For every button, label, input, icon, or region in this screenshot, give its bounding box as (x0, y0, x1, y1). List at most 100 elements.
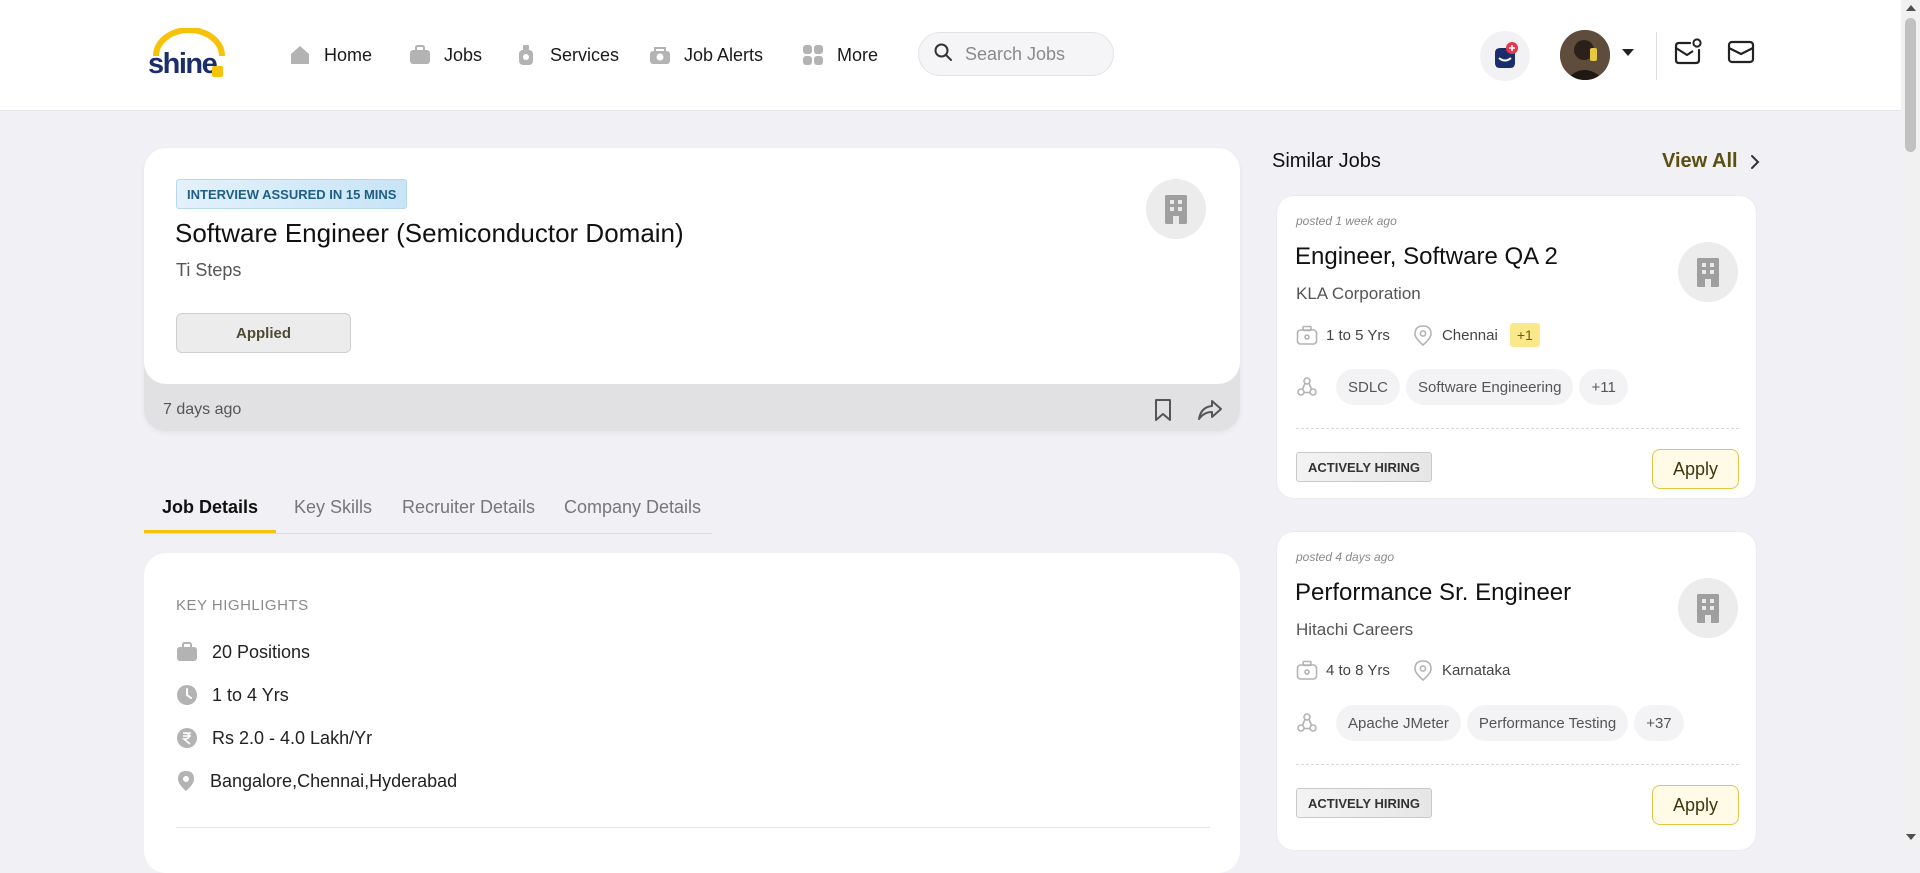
location-pin-outline-icon (1412, 324, 1434, 347)
share-arrow-icon (1198, 400, 1222, 420)
tab-company-details[interactable]: Company Details (564, 497, 701, 518)
job-alerts-icon (648, 43, 672, 67)
search-bar[interactable] (918, 32, 1114, 76)
interview-assured-badge: INTERVIEW ASSURED IN 15 MINS (176, 179, 408, 209)
tab-key-skills[interactable]: Key Skills (294, 497, 372, 518)
top-header: shine Home Jobs Services Job Alerts More (0, 0, 1901, 111)
user-avatar[interactable] (1560, 30, 1610, 80)
mail-tray-icon (1727, 40, 1755, 64)
locations-value: Bangalore,Chennai,Hyderabad (210, 770, 458, 791)
chevron-right-icon (1750, 154, 1760, 169)
location-pin-icon (176, 770, 196, 792)
active-tab-indicator (144, 530, 276, 533)
positions-value: 20 Positions (212, 641, 311, 662)
page-scrollbar[interactable] (1901, 0, 1920, 847)
view-all-link[interactable]: View All (1662, 150, 1764, 173)
skill-chip: Software Engineering (1406, 369, 1574, 405)
salary-row: Rs 2.0 - 4.0 Lakh/Yr (176, 727, 372, 749)
job-title: Software Engineer (Semiconductor Domain) (175, 218, 684, 248)
company-logo (1146, 179, 1206, 239)
similar-job-location: Karnataka (1441, 661, 1511, 679)
profile-dropdown-caret-icon[interactable] (1622, 49, 1634, 56)
messages-button[interactable] (1727, 39, 1755, 70)
similar-job-skills: SDLC Software Engineering +11 (1296, 369, 1634, 405)
scroll-down-arrow-icon[interactable] (1906, 834, 1916, 840)
more-skills-chip[interactable]: +11 (1579, 369, 1628, 405)
briefcase-icon (408, 43, 432, 67)
bookmark-icon (1155, 399, 1171, 421)
nav-services-label: Services (550, 44, 620, 65)
building-icon (1697, 258, 1719, 287)
briefcase-outline-icon (1296, 324, 1318, 346)
tab-job-details[interactable]: Job Details (162, 497, 258, 518)
card-divider (1296, 428, 1739, 429)
similar-job-experience: 1 to 5 Yrs (1326, 326, 1390, 344)
location-pin-outline-icon (1412, 659, 1434, 682)
more-locations-badge[interactable]: +1 (1509, 323, 1540, 347)
actively-hiring-badge: ACTIVELY HIRING (1296, 452, 1432, 482)
company-logo (1678, 578, 1738, 638)
shine-premium-button[interactable] (1480, 31, 1530, 81)
search-input[interactable] (963, 42, 1107, 66)
similar-job-experience: 4 to 8 Yrs (1326, 661, 1390, 679)
header-divider (1656, 32, 1657, 80)
experience-value: 1 to 4 Yrs (212, 684, 289, 705)
rupee-icon (176, 727, 198, 749)
share-button[interactable] (1197, 399, 1223, 426)
similar-job-card[interactable]: posted 1 week ago Engineer, Software QA … (1276, 195, 1757, 499)
premium-bag-icon (1495, 42, 1518, 68)
similar-job-posted: posted 4 days ago (1296, 550, 1395, 564)
apply-button[interactable]: Apply (1652, 449, 1739, 489)
briefcase-outline-icon (1296, 659, 1318, 681)
similar-job-meta: 4 to 8 Yrs Karnataka (1296, 659, 1511, 682)
company-name[interactable]: Ti Steps (176, 260, 241, 281)
building-icon (1165, 195, 1187, 224)
shine-logo[interactable]: shine (148, 28, 228, 82)
company-logo (1678, 242, 1738, 302)
skills-network-icon (1296, 376, 1318, 398)
building-icon (1697, 594, 1719, 623)
job-detail-tabs: Job Details Key Skills Recruiter Details… (144, 487, 712, 534)
salary-value: Rs 2.0 - 4.0 Lakh/Yr (212, 727, 373, 748)
similar-job-location: Chennai (1441, 326, 1498, 344)
inbox-notification-icon (1674, 38, 1702, 65)
similar-job-company: KLA Corporation (1296, 284, 1421, 303)
similar-jobs-heading: Similar Jobs (1272, 150, 1381, 172)
similar-job-company: Hitachi Careers (1296, 620, 1414, 639)
actively-hiring-badge: ACTIVELY HIRING (1296, 788, 1432, 818)
inbox-button[interactable] (1673, 38, 1703, 71)
nav-services[interactable]: Services (514, 38, 619, 72)
similar-job-skills: Apache JMeter Performance Testing +37 (1296, 705, 1690, 741)
bookmark-button[interactable] (1153, 398, 1173, 427)
applied-button[interactable]: Applied (176, 313, 351, 353)
nav-jobs-label: Jobs (444, 44, 483, 65)
search-icon (933, 42, 953, 67)
similar-job-meta: 1 to 5 Yrs Chennai +1 (1296, 323, 1540, 347)
card-divider (1296, 764, 1739, 765)
scroll-up-arrow-icon[interactable] (1906, 5, 1916, 11)
apply-button[interactable]: Apply (1652, 785, 1739, 825)
similar-job-title[interactable]: Performance Sr. Engineer (1295, 579, 1571, 607)
more-skills-chip[interactable]: +37 (1634, 705, 1684, 741)
skill-chip: Performance Testing (1466, 705, 1629, 741)
nav-jobs[interactable]: Jobs (408, 38, 482, 72)
scrollbar-thumb[interactable] (1905, 18, 1916, 152)
home-icon (288, 43, 312, 67)
positions-row: 20 Positions (176, 641, 310, 663)
grid-icon (801, 43, 825, 67)
similar-job-card[interactable]: posted 4 days ago Performance Sr. Engine… (1276, 531, 1757, 851)
key-highlights-heading: KEY HIGHLIGHTS (176, 597, 309, 614)
logo-text: shine (148, 48, 218, 80)
similar-job-posted: posted 1 week ago (1296, 214, 1397, 228)
nav-home[interactable]: Home (288, 38, 372, 72)
nav-more[interactable]: More (801, 38, 878, 72)
nav-job-alerts[interactable]: Job Alerts (648, 38, 763, 72)
clock-icon (176, 684, 198, 706)
key-highlights-card: KEY HIGHLIGHTS 20 Positions 1 to 4 Yrs R… (144, 553, 1240, 873)
similar-job-title[interactable]: Engineer, Software QA 2 (1295, 243, 1558, 271)
tab-recruiter-details[interactable]: Recruiter Details (402, 497, 535, 518)
services-icon (514, 43, 538, 67)
job-summary-card: INTERVIEW ASSURED IN 15 MINS Software En… (144, 148, 1240, 431)
logo-dot (212, 66, 223, 77)
location-row: Bangalore,Chennai,Hyderabad (176, 770, 457, 792)
